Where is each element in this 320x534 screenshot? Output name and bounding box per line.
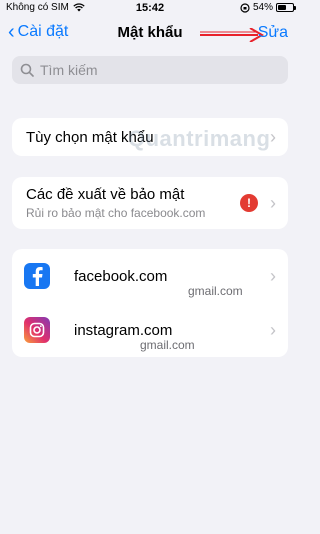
accounts-list: facebook.com › gmail.com instagram.com ›… — [12, 249, 288, 357]
chevron-right-icon: › — [270, 126, 276, 147]
search-input[interactable] — [40, 62, 270, 78]
battery-icon — [276, 3, 296, 12]
security-text: Các đề xuất về bảo mật Rủi ro bảo mật ch… — [26, 186, 205, 220]
rotation-lock-icon — [240, 2, 250, 13]
edit-button[interactable]: Sửa — [258, 24, 288, 42]
search-bar[interactable] — [12, 56, 288, 84]
security-recommendations-row[interactable]: Các đề xuất về bảo mật Rủi ro bảo mật ch… — [12, 177, 288, 229]
security-title: Các đề xuất về bảo mật — [26, 186, 185, 203]
account-site: instagram.com — [74, 321, 173, 339]
account-text: instagram.com — [74, 322, 172, 339]
annotation-arrow-icon — [200, 28, 264, 42]
security-recommendations-card[interactable]: Các đề xuất về bảo mật Rủi ro bảo mật ch… — [12, 177, 288, 229]
account-username: gmail.com — [188, 284, 243, 298]
account-username: gmail.com — [140, 338, 195, 352]
battery-percent: 54% — [252, 2, 273, 13]
nav-bar: ‹ Cài đặt Mật khẩu Sửa — [0, 18, 300, 48]
account-site: facebook.com — [74, 267, 168, 285]
watermark: Quantrimang — [128, 126, 271, 151]
security-subtitle: Rủi ro bảo mật cho facebook.com — [26, 206, 206, 220]
status-bar: Không có SIM 15:42 54% — [0, 0, 300, 16]
battery-fill — [278, 5, 286, 10]
chevron-right-icon: › — [270, 265, 276, 286]
chevron-right-icon: › — [270, 192, 276, 213]
chevron-right-icon: › — [270, 319, 276, 340]
alert-icon: ! — [240, 194, 258, 212]
search-icon — [20, 63, 34, 77]
account-text: facebook.com — [74, 268, 167, 285]
status-right: 54% — [240, 2, 296, 13]
